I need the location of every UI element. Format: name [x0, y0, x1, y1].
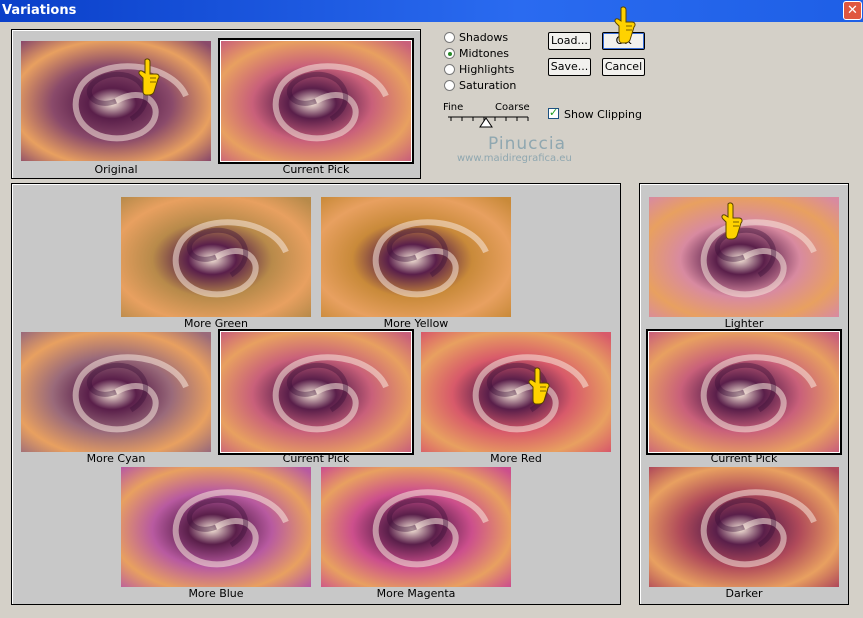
variation-more-blue[interactable]	[121, 467, 311, 587]
pointing-hand-icon	[528, 367, 550, 405]
variation-caption: More Green	[183, 317, 249, 330]
radio-circle	[444, 32, 455, 43]
variation-image	[221, 332, 411, 452]
variation-caption: Current Pick	[710, 452, 778, 465]
window-title: Variations	[2, 3, 77, 18]
show-clipping-checkbox[interactable]	[548, 106, 559, 119]
variation-caption: More Magenta	[376, 587, 456, 600]
radio-circle	[444, 64, 455, 75]
variation-image	[21, 332, 211, 452]
fine-coarse-slider[interactable]: Fine Coarse	[443, 102, 533, 132]
radio-midtones[interactable]: Midtones	[444, 47, 544, 63]
pointing-hand-icon	[138, 58, 160, 96]
variation-current-pick[interactable]	[218, 329, 414, 455]
variation-caption: More Yellow	[383, 317, 449, 330]
radio-circle	[444, 80, 455, 91]
cancel-button[interactable]: Cancel	[602, 58, 645, 76]
variation-image	[121, 197, 311, 317]
variation-caption: Current Pick	[282, 452, 350, 465]
radio-label: Highlights	[459, 63, 515, 76]
variation-caption: Darker	[725, 587, 763, 600]
radio-circle	[444, 48, 455, 59]
radio-label: Midtones	[459, 47, 510, 60]
pointing-hand-icon	[721, 202, 743, 240]
variation-more-magenta[interactable]	[321, 467, 511, 587]
slider-thumb[interactable]	[479, 117, 493, 128]
title-bar: Variations ✕	[0, 0, 863, 22]
radio-shadows[interactable]: Shadows	[444, 31, 544, 47]
variation-brightness-current-pick[interactable]	[646, 329, 842, 455]
variation-more-green[interactable]	[121, 197, 311, 317]
watermark-name: Pinuccia	[488, 134, 566, 154]
radio-label: Shadows	[459, 31, 509, 44]
variation-image	[121, 467, 311, 587]
preview-panel: Original Current Pick	[11, 29, 421, 179]
radio-saturation[interactable]: Saturation	[444, 79, 544, 95]
variation-image	[649, 332, 839, 452]
current-pick-preview	[218, 38, 414, 164]
variation-image	[421, 332, 611, 452]
variation-caption: Lighter	[724, 317, 764, 330]
radio-highlights[interactable]: Highlights	[444, 63, 544, 79]
slider-scale	[448, 116, 529, 128]
variation-image	[649, 467, 839, 587]
pointing-hand-icon	[614, 6, 636, 44]
original-preview	[21, 41, 211, 161]
variation-image	[321, 467, 511, 587]
watermark-url: www.maidiregrafica.eu	[457, 153, 572, 164]
original-caption: Original	[94, 163, 138, 176]
variation-caption: More Cyan	[86, 452, 146, 465]
original-image	[21, 41, 211, 161]
current-pick-image	[221, 41, 411, 161]
show-clipping-label: Show Clipping	[564, 108, 642, 121]
radio-label: Saturation	[459, 79, 517, 92]
variation-caption: More Red	[490, 452, 542, 465]
current-pick-caption: Current Pick	[282, 163, 350, 176]
load-button[interactable]: Load...	[548, 32, 591, 50]
variation-more-cyan[interactable]	[21, 332, 211, 452]
close-button[interactable]: ✕	[843, 1, 862, 20]
variation-darker[interactable]	[649, 467, 839, 587]
dialog-client: Original Current Pick Shadows Midtones H…	[0, 6, 863, 618]
variation-more-red[interactable]	[421, 332, 611, 452]
save-button[interactable]: Save...	[548, 58, 591, 76]
variation-caption: More Blue	[188, 587, 244, 600]
variation-more-yellow[interactable]	[321, 197, 511, 317]
variation-image	[321, 197, 511, 317]
